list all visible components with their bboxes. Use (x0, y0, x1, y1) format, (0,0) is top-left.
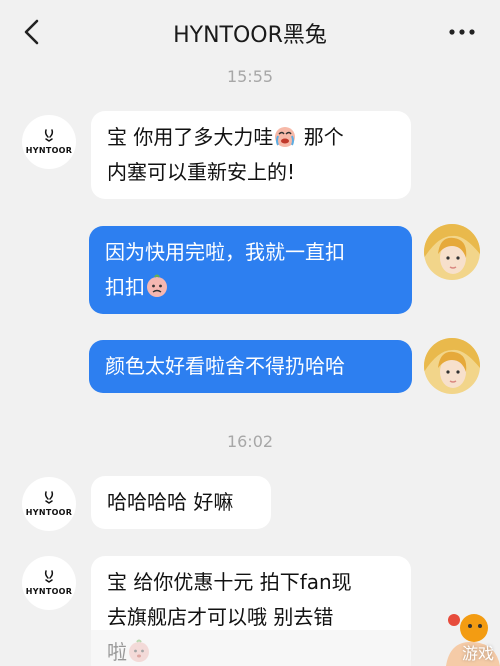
message-text: 宝 你用了多大力哇 (107, 125, 274, 149)
message-bubble-incoming[interactable]: 宝 你用了多大力哇 那个 内塞可以重新安上的! (91, 111, 411, 199)
message-bubble-outgoing[interactable]: 因为快用完啦，我就一直扣 扣扣 (89, 226, 412, 314)
brand-avatar[interactable]: HYNTOOR (22, 477, 76, 531)
crying-emoji-icon (275, 127, 296, 147)
bottom-input-bar (0, 630, 500, 666)
chat-title: HYNTOOR黑兔 (173, 23, 327, 48)
user-avatar-image (424, 224, 480, 280)
message-bubble-outgoing[interactable]: 颜色太好看啦舍不得扔哈哈 (89, 340, 412, 393)
message-text: 颜色太好看啦舍不得扔哈哈 (105, 354, 345, 378)
sad-face-emoji-icon (147, 274, 167, 297)
timestamp: 16:02 (226, 432, 274, 451)
chat-header: HYNTOOR黑兔 (0, 0, 500, 64)
more-horizontal-icon[interactable] (448, 28, 476, 36)
rabbit-logo-icon (44, 570, 54, 583)
brand-avatar[interactable]: HYNTOOR (22, 556, 76, 610)
timestamp: 15:55 (226, 67, 274, 86)
user-avatar[interactable] (424, 338, 480, 394)
message-text: 宝 给你优惠十元 拍下fan现 (107, 570, 352, 594)
rabbit-logo-icon (44, 491, 54, 504)
brand-avatar-text: HYNTOOR (25, 508, 73, 517)
brand-avatar[interactable]: HYNTOOR (22, 115, 76, 169)
watermark-text: 游戏 (461, 644, 494, 663)
message-text: 哈哈哈哈 好嘛 (107, 490, 234, 514)
user-avatar[interactable] (424, 224, 480, 280)
message-text: 扣扣 (105, 275, 145, 299)
message-bubble-incoming[interactable]: 哈哈哈哈 好嘛 (91, 476, 271, 529)
rabbit-logo-icon (44, 129, 54, 142)
message-text: 内塞可以重新安上的! (107, 160, 296, 184)
message-text: 那个 (303, 125, 344, 149)
brand-avatar-text: HYNTOOR (25, 146, 73, 155)
message-text: 因为快用完啦，我就一直扣 (105, 240, 345, 264)
user-avatar-image (424, 338, 480, 394)
brand-avatar-text: HYNTOOR (25, 587, 73, 596)
